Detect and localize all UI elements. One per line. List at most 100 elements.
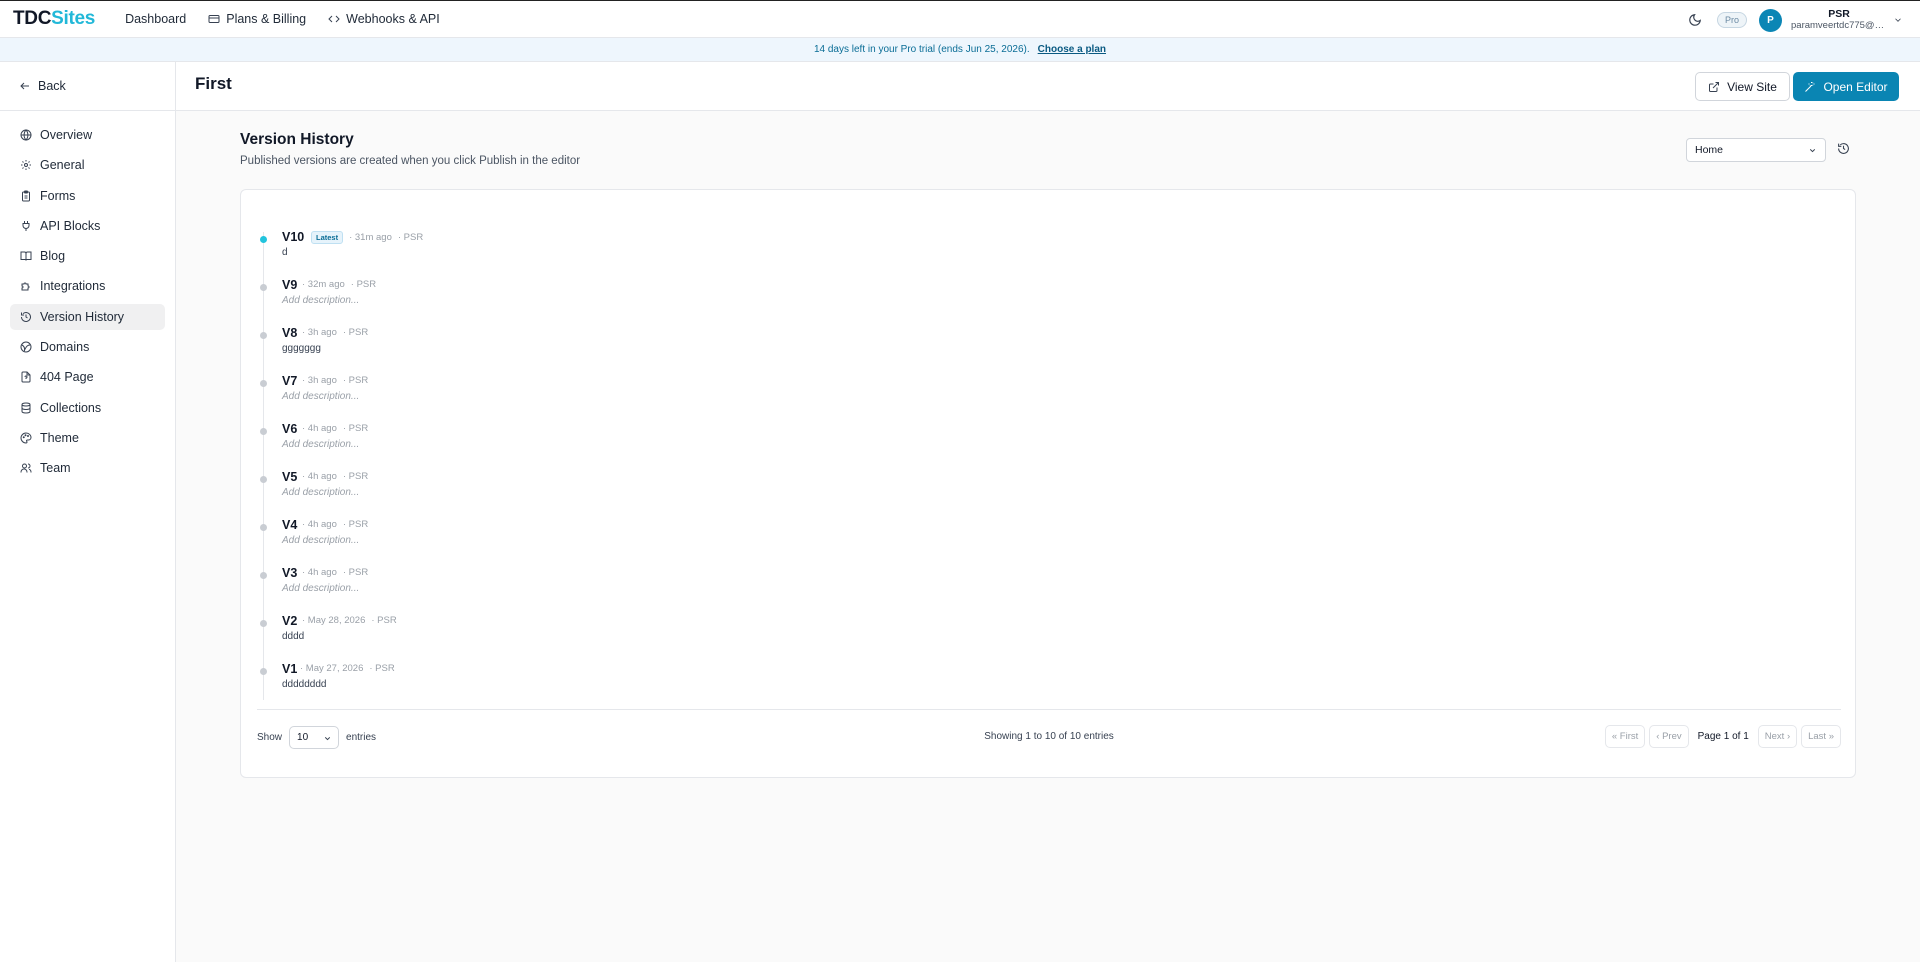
nav-webhooks-api[interactable]: Webhooks & API: [328, 12, 440, 26]
version-time: · 3h ago: [302, 375, 337, 386]
timeline-dot: [260, 524, 267, 531]
sidebar-item-404-page[interactable]: 404 Page: [10, 364, 165, 390]
sidebar-item-integrations[interactable]: Integrations: [10, 273, 165, 299]
version-label: V5: [282, 470, 298, 484]
version-author: · PSR: [350, 279, 377, 290]
version-description[interactable]: Add description...: [282, 439, 359, 450]
back-label: Back: [38, 79, 66, 93]
version-list-card: V10 Latest · 31m ago · PSR d V9 · 32m ag…: [240, 189, 1856, 778]
version-label: V9: [282, 278, 298, 292]
credit-card-icon: [208, 15, 220, 23]
version-label: V10: [282, 230, 305, 244]
last-page-button[interactable]: Last »: [1801, 725, 1841, 748]
wand-icon: [1805, 81, 1815, 92]
sidebar-item-overview[interactable]: Overview: [10, 122, 165, 148]
trial-banner-text: 14 days left in your Pro trial (ends Jun…: [813, 44, 1030, 55]
prev-page-button[interactable]: ‹ Prev: [1649, 725, 1689, 748]
version-time: · 31m ago: [349, 232, 392, 243]
page-select[interactable]: Home: [1686, 138, 1826, 162]
version-description[interactable]: ggggggg: [282, 343, 321, 354]
version-description[interactable]: Add description...: [282, 391, 359, 402]
sidebar-item-label: Forms: [40, 188, 76, 203]
main-nav: Dashboard Plans & Billing Webhooks & API: [125, 12, 440, 26]
page-size-select[interactable]: 10: [289, 726, 340, 749]
sidebar-item-label: Overview: [40, 128, 93, 142]
logo-text-sites: Sites: [51, 8, 96, 29]
sidebar-item-label: Theme: [40, 430, 79, 445]
sidebar-item-label: Team: [40, 461, 71, 476]
version-time: · 4h ago: [302, 471, 337, 482]
sidebar-item-api-blocks[interactable]: API Blocks: [10, 213, 165, 239]
version-label: V1: [282, 662, 298, 676]
globe-icon: [20, 129, 32, 141]
nav-dashboard[interactable]: Dashboard: [125, 12, 186, 26]
sidebar-item-label: Domains: [40, 340, 90, 355]
sidebar-item-theme[interactable]: Theme: [10, 425, 165, 451]
version-time: · May 27, 2026: [300, 663, 364, 674]
open-editor-button[interactable]: Open Editor: [1793, 72, 1899, 101]
version-entry: V1 · May 27, 2026 · PSR dddddddd: [241, 658, 841, 698]
version-description[interactable]: d: [282, 247, 288, 258]
version-description[interactable]: dddddddd: [282, 679, 327, 690]
timeline-dot: [260, 668, 267, 675]
sidebar-item-blog[interactable]: Blog: [10, 243, 165, 269]
sidebar-item-collections[interactable]: Collections: [10, 395, 165, 421]
version-label: V6: [282, 422, 298, 436]
arrow-left-icon: [20, 82, 29, 90]
choose-plan-link[interactable]: Choose a plan: [1038, 44, 1106, 55]
nav-plans-billing[interactable]: Plans & Billing: [208, 12, 306, 26]
palette-icon: [20, 432, 32, 444]
version-meta: Latest · 31m ago · PSR: [311, 231, 423, 244]
page-title: First: [195, 74, 232, 93]
version-entry: V9 · 32m ago · PSR Add description...: [241, 274, 841, 314]
timeline-dot: [260, 572, 267, 579]
version-description[interactable]: Add description...: [282, 487, 359, 498]
user-email: paramveertdc775@gmail.com: [1791, 20, 1887, 31]
sidebar-item-label: Collections: [40, 400, 102, 415]
version-entry: V10 Latest · 31m ago · PSR d: [241, 226, 841, 266]
page-select-value: Home: [1695, 144, 1724, 156]
chevron-down-icon: [1809, 149, 1816, 153]
page-size-control: Show 10 entries: [257, 725, 376, 750]
view-site-button[interactable]: View Site: [1695, 72, 1790, 101]
version-description[interactable]: Add description...: [282, 535, 359, 546]
file-question-icon: [21, 371, 31, 383]
version-meta: · 4h ago · PSR: [302, 567, 368, 578]
sidebar-divider: [0, 110, 175, 111]
version-description[interactable]: dddd: [282, 631, 304, 642]
card-divider: [257, 709, 1841, 710]
first-page-button[interactable]: « First: [1604, 725, 1646, 748]
version-label: V4: [282, 518, 298, 532]
page-info: Page 1 of 1: [1697, 731, 1749, 742]
version-meta: · 3h ago · PSR: [302, 375, 368, 386]
user-menu[interactable]: PSR paramveertdc775@gmail.com: [1791, 8, 1887, 32]
moon-icon[interactable]: [1688, 13, 1702, 27]
logo[interactable]: TDC Sites: [13, 8, 95, 30]
sidebar-item-general[interactable]: General: [10, 152, 165, 178]
version-meta: · 32m ago · PSR: [302, 279, 376, 290]
sidebar-item-label: API Blocks: [40, 218, 101, 233]
avatar[interactable]: P: [1759, 8, 1782, 32]
back-button[interactable]: Back: [19, 79, 66, 93]
version-meta: · 4h ago · PSR: [302, 519, 368, 530]
sidebar-item-label: 404 Page: [40, 370, 94, 385]
version-time: · 4h ago: [302, 423, 337, 434]
chevron-down-icon[interactable]: [1893, 15, 1903, 25]
version-meta: · 3h ago · PSR: [302, 327, 368, 338]
nav-webhooks-api-label: Webhooks & API: [346, 12, 440, 26]
timeline-dot: [260, 620, 267, 627]
sidebar-item-version-history[interactable]: Version History: [10, 303, 165, 330]
version-description[interactable]: Add description...: [282, 583, 359, 594]
sidebar-item-domains[interactable]: Domains: [10, 334, 165, 360]
clipboard-icon: [22, 190, 30, 202]
version-description[interactable]: Add description...: [282, 295, 359, 306]
next-page-button[interactable]: Next ›: [1757, 725, 1798, 748]
nav-plans-billing-label: Plans & Billing: [226, 12, 307, 26]
sidebar-item-team[interactable]: Team: [10, 455, 165, 481]
sidebar-item-forms[interactable]: Forms: [10, 183, 165, 209]
timeline-dot: [260, 428, 267, 435]
nav-dashboard-label: Dashboard: [125, 12, 187, 26]
page-size-value: 10: [297, 732, 309, 743]
history-icon[interactable]: [1837, 142, 1850, 155]
version-entry: V6 · 4h ago · PSR Add description...: [241, 418, 841, 458]
